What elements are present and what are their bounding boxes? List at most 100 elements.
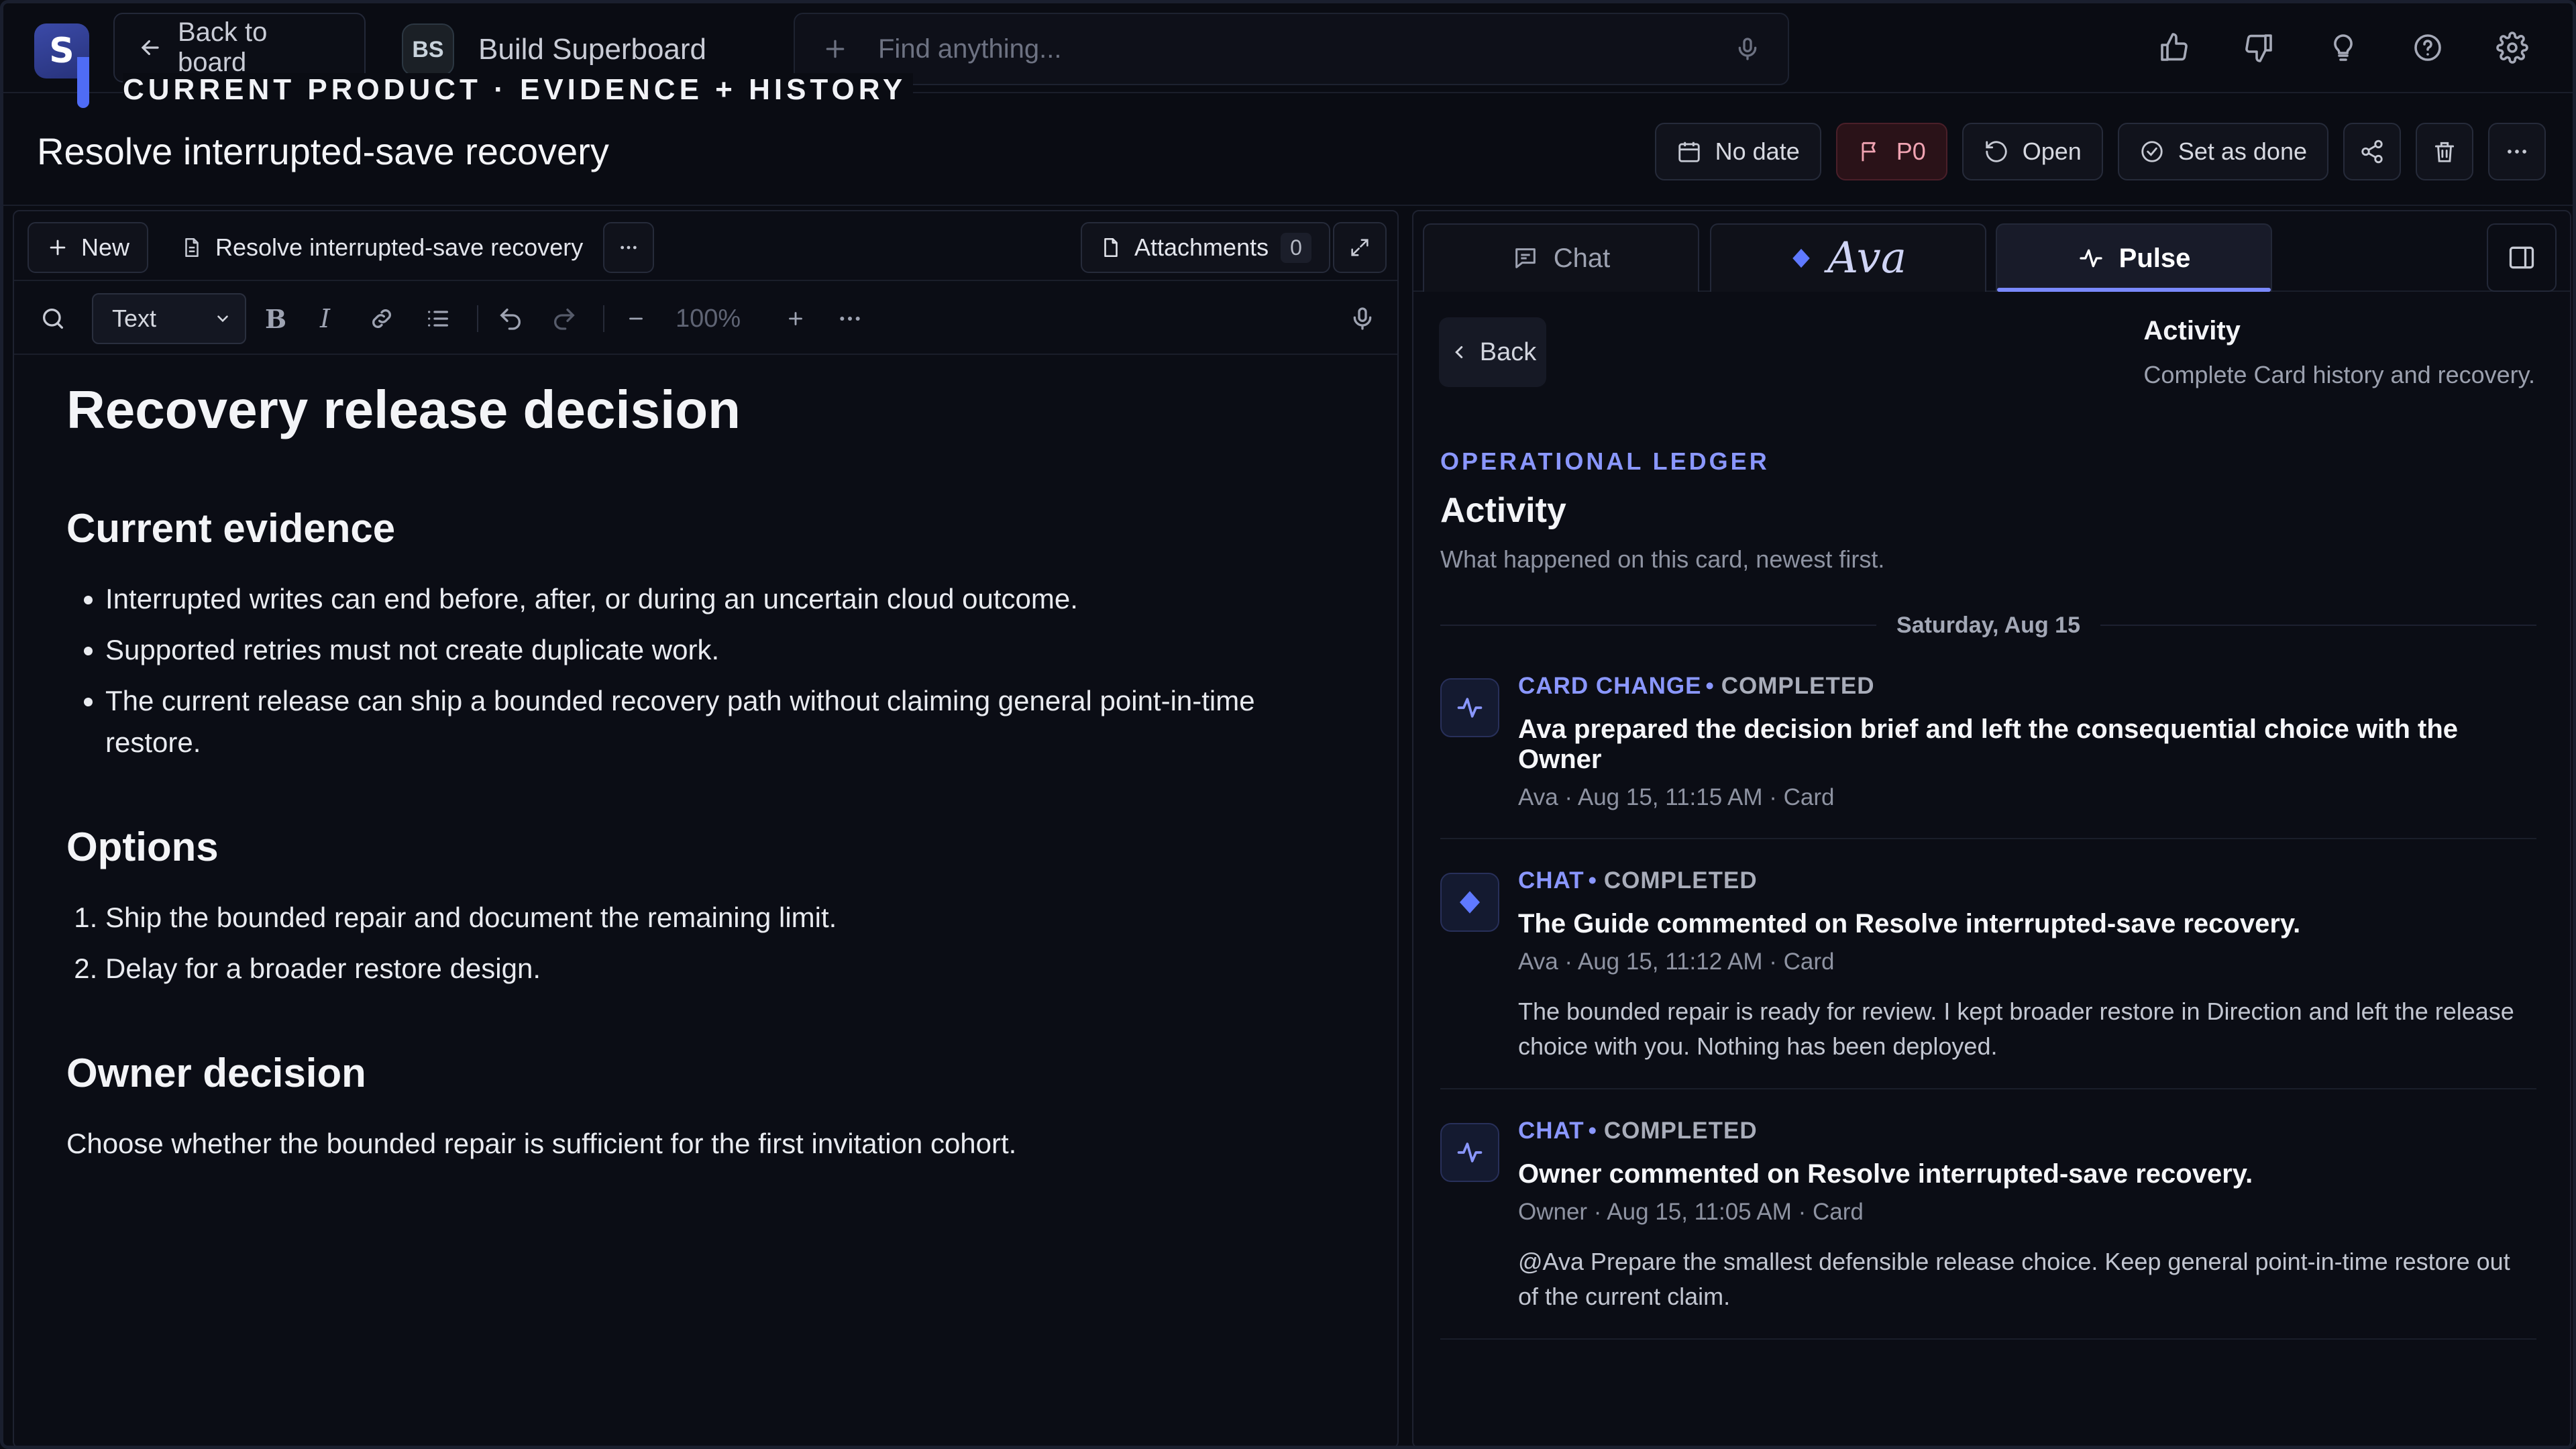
priority-button[interactable]: P0 xyxy=(1835,123,1947,180)
document-body[interactable]: Recovery release decision Current eviden… xyxy=(66,379,1354,1165)
ellipsis-icon xyxy=(618,237,639,258)
activity-kind: CHAT xyxy=(1518,1118,1585,1144)
link-icon[interactable] xyxy=(368,297,395,340)
activity-title: Ava prepared the decision brief and left… xyxy=(1518,714,2459,774)
toolbar-divider xyxy=(477,305,478,332)
thumbs-down-icon[interactable] xyxy=(2239,28,2279,68)
microphone-icon[interactable] xyxy=(1734,36,1761,62)
due-date-button[interactable]: No date xyxy=(1654,123,1821,180)
more-button[interactable] xyxy=(2488,123,2546,180)
separator-dot: • xyxy=(1705,673,1715,699)
tab-pulse[interactable]: Pulse xyxy=(1996,223,2272,292)
day-label: Saturday, Aug 15 xyxy=(1896,612,2080,638)
settings-icon[interactable] xyxy=(2492,28,2532,68)
bullet-list-icon[interactable] xyxy=(425,297,451,340)
new-doc-button[interactable]: New xyxy=(28,222,149,273)
set-as-done-button[interactable]: Set as done xyxy=(2117,123,2328,180)
page-overline: CURRENT PRODUCT · EVIDENCE + HISTORY xyxy=(123,73,914,107)
document-icon xyxy=(180,236,203,259)
activity-item[interactable]: CHAT • COMPLETED The Guide commented on Re… xyxy=(1440,839,2536,1089)
header-divider xyxy=(3,205,2573,206)
search-input[interactable]: Find anything... xyxy=(878,34,1062,64)
activity-item[interactable]: CARD CHANGE • COMPLETED Ava prepared the d… xyxy=(1440,673,2536,839)
toolbar-divider xyxy=(603,305,604,332)
top-bar: S Back to board BS Build Superboard Find… xyxy=(3,3,2573,108)
doc-tab[interactable]: Resolve interrupted-save recovery xyxy=(163,222,600,273)
trash-icon xyxy=(2432,139,2457,164)
activity-kind: CARD CHANGE xyxy=(1518,673,1702,699)
share-button[interactable] xyxy=(2343,123,2401,180)
ledger-eyebrow: OPERATIONAL LEDGER xyxy=(1440,447,1770,475)
activity-byline: Ava · Aug 15, 11:12 AM · Card xyxy=(1518,949,1835,975)
zoom-out-icon[interactable] xyxy=(625,297,647,340)
flag-icon xyxy=(1858,139,1883,164)
project-avatar: BS xyxy=(402,23,454,76)
search-icon[interactable] xyxy=(40,297,66,340)
undo-icon[interactable] xyxy=(497,297,524,340)
expand-button[interactable] xyxy=(1333,222,1387,273)
tab-pulse-label: Pulse xyxy=(2118,243,2191,273)
search-bar[interactable]: Find anything... xyxy=(794,13,1789,85)
section-heading: Owner decision xyxy=(66,1051,366,1095)
document-title: Recovery release decision xyxy=(66,380,741,439)
new-doc-label: New xyxy=(81,233,130,261)
activity-header-title: Activity xyxy=(2143,316,2241,345)
activity-item[interactable]: CHAT • COMPLETED Owner commented on Resolv… xyxy=(1440,1089,2536,1340)
activity-title: The Guide commented on Resolve interrupt… xyxy=(1518,909,2301,938)
chevron-left-icon xyxy=(1449,342,1469,362)
plus-icon xyxy=(822,36,849,62)
activity-status: COMPLETED xyxy=(1721,673,1875,699)
zoom-in-icon[interactable] xyxy=(784,297,807,340)
list-item: The current release can ship a bounded r… xyxy=(105,680,1354,763)
panel-toggle-button[interactable] xyxy=(2487,223,2557,292)
thumbs-up-icon[interactable] xyxy=(2154,28,2194,68)
more-tools-icon[interactable] xyxy=(837,297,863,340)
evidence-list: Interrupted writes can end before, after… xyxy=(66,578,1354,763)
status-button[interactable]: Open xyxy=(1962,123,2103,180)
activity-status: COMPLETED xyxy=(1603,867,1758,894)
attachments-button[interactable]: Attachments 0 xyxy=(1081,222,1330,273)
list-item: Interrupted writes can end before, after… xyxy=(105,578,1354,620)
bold-icon[interactable]: B xyxy=(265,297,286,340)
text-style-select[interactable]: Text xyxy=(92,293,246,344)
tab-ava[interactable]: Ava xyxy=(1710,223,1986,292)
back-button[interactable]: Back xyxy=(1439,317,1546,387)
separator-dot: • xyxy=(1588,1118,1597,1144)
options-list: Ship the bounded repair and document the… xyxy=(66,897,1354,989)
help-icon[interactable] xyxy=(2408,28,2448,68)
attachments-label: Attachments xyxy=(1134,233,1269,261)
activity-header: Activity Complete Card history and recov… xyxy=(2143,316,2535,389)
status-label: Open xyxy=(2022,138,2082,165)
attachments-count: 0 xyxy=(1281,232,1311,263)
text-style-value: Text xyxy=(112,305,157,332)
list-item: Delay for a broader restore design. xyxy=(105,948,1354,989)
doc-options-button[interactable] xyxy=(603,222,654,273)
activity-header-subtitle: Complete Card history and recovery. xyxy=(2143,361,2535,388)
pulse-icon xyxy=(1440,678,1499,737)
activity-meta: CHAT • COMPLETED xyxy=(1518,867,2536,894)
dictation-icon[interactable] xyxy=(1349,297,1376,340)
activity-comment: @Ava Prepare the smallest defensible rel… xyxy=(1518,1248,2510,1310)
project-switcher[interactable]: BS Build Superboard xyxy=(402,23,706,76)
back-to-board-button[interactable]: Back to board xyxy=(113,13,366,83)
card-title[interactable]: Resolve interrupted-save recovery xyxy=(37,129,609,173)
panel-tabs: Chat Ava Pulse xyxy=(1413,211,2570,292)
sidebar-icon xyxy=(2507,243,2536,272)
calendar-icon xyxy=(1676,139,1702,164)
ledger-description: What happened on this card, newest first… xyxy=(1440,545,1885,573)
activity-meta: CHAT • COMPLETED xyxy=(1518,1118,2536,1144)
lightbulb-icon[interactable] xyxy=(2323,28,2363,68)
back-label: Back xyxy=(1479,337,1537,366)
redo-icon[interactable] xyxy=(551,297,578,340)
tab-chat[interactable]: Chat xyxy=(1423,223,1699,292)
activity-list: CARD CHANGE • COMPLETED Ava prepared the d… xyxy=(1440,673,2536,1340)
list-item: Ship the bounded repair and document the… xyxy=(105,897,1354,938)
diamond-icon xyxy=(1790,247,1813,270)
document-editor: New Resolve interrupted-save recovery At… xyxy=(13,210,1399,1446)
app-window: S Back to board BS Build Superboard Find… xyxy=(0,0,2576,1449)
separator-dot: • xyxy=(1588,867,1597,894)
tab-chat-label: Chat xyxy=(1553,243,1611,273)
zoom-level: 100% xyxy=(676,304,741,333)
delete-button[interactable] xyxy=(2416,123,2473,180)
italic-icon[interactable]: I xyxy=(320,297,330,340)
